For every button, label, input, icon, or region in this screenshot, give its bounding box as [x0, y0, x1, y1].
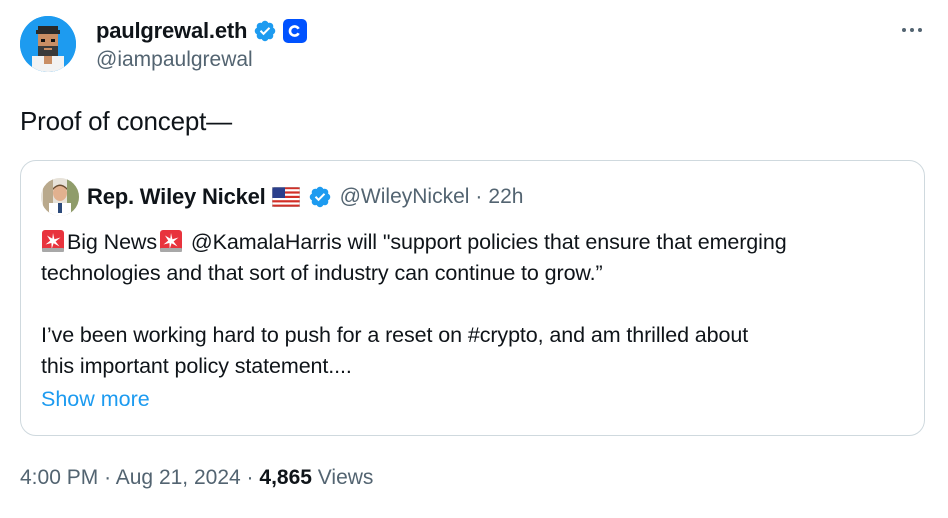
tweet-metadata: 4:00 PM · Aug 21, 2024 · 4,865 Views — [20, 466, 373, 490]
rotating-light-icon — [160, 230, 183, 252]
quoted-tweet-text: Big News @KamalaHarris will "support pol… — [41, 227, 921, 382]
more-options-button[interactable] — [896, 18, 928, 42]
rotating-light-icon — [42, 230, 64, 252]
quote-line-4: this important policy statement.... — [41, 354, 352, 378]
verified-badge-icon[interactable] — [308, 185, 332, 209]
meta-separator: · — [475, 185, 483, 208]
author-avatar[interactable] — [20, 16, 76, 72]
quote-line-1: @KamalaHarris will "support policies tha… — [185, 230, 787, 254]
quote-line-3: I’ve been working hard to push for a res… — [41, 323, 749, 347]
meta-separator: · — [104, 466, 112, 489]
quote-line-2: technologies and that sort of industry c… — [41, 261, 603, 285]
quoted-author-name[interactable]: Rep. Wiley Nickel — [87, 184, 266, 210]
quoted-text-line: Big News @KamalaHarris will "support pol… — [41, 227, 921, 258]
views-label: Views — [317, 466, 374, 489]
author-handle[interactable]: @iampaulgrewal — [96, 48, 253, 72]
quoted-tweet-time[interactable]: 22h — [488, 185, 523, 209]
dot-icon — [910, 28, 914, 32]
tweet-text: Proof of concept— — [20, 106, 232, 136]
views-count: 4,865 — [259, 466, 312, 489]
dot-icon — [918, 28, 922, 32]
author-name-row: paulgrewal.eth — [96, 14, 308, 48]
quoted-tweet-card[interactable]: Rep. Wiley Nickel @WileyNickel · 22h Big… — [20, 160, 925, 436]
tweet-date[interactable]: Aug 21, 2024 — [116, 466, 241, 489]
quoted-tweet-header: Rep. Wiley Nickel @WileyNickel · 22h — [41, 178, 523, 216]
tweet-time[interactable]: 4:00 PM — [20, 466, 98, 489]
show-more-link[interactable]: Show more — [41, 387, 150, 412]
verified-badge-icon[interactable] — [253, 19, 277, 43]
us-flag-icon — [271, 187, 300, 207]
coinbase-logo-icon[interactable] — [283, 19, 308, 43]
author-name[interactable]: paulgrewal.eth — [96, 18, 247, 44]
dot-icon — [902, 28, 906, 32]
quoted-author-handle[interactable]: @WileyNickel — [340, 185, 470, 209]
big-news-text: Big News — [67, 230, 158, 254]
meta-separator: · — [246, 466, 254, 489]
quoted-author-avatar[interactable] — [41, 178, 79, 216]
